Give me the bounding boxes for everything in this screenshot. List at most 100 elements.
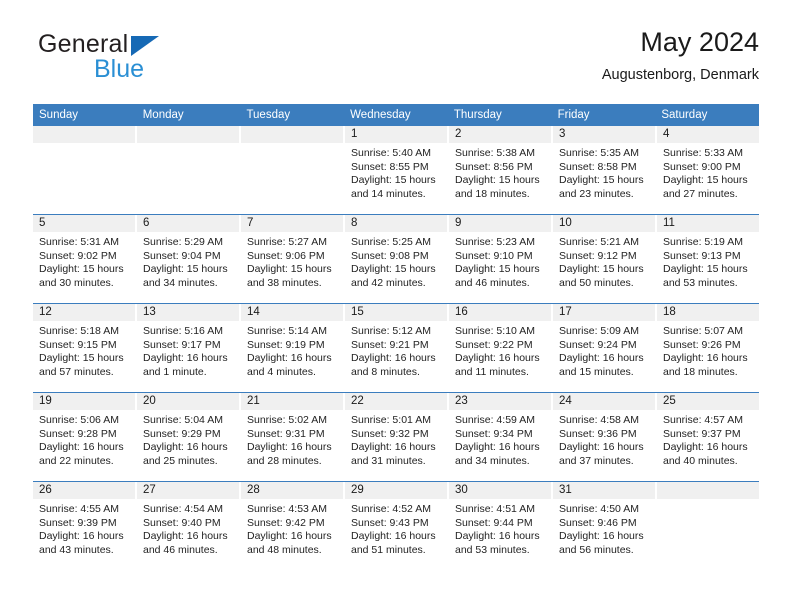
daylight-text: Daylight: 16 hours and 11 minutes.	[455, 352, 540, 378]
day-info: Sunrise: 5:19 AM Sunset: 9:13 PM Daylight:…	[657, 232, 759, 290]
sunset-text: Sunset: 9:42 PM	[247, 516, 325, 529]
sunset-text: Sunset: 9:08 PM	[351, 249, 429, 262]
sunset-text: Sunset: 9:36 PM	[559, 427, 637, 440]
day-cell[interactable]: 16 Sunrise: 5:10 AM Sunset: 9:22 PM Dayligh…	[449, 304, 553, 392]
day-number: 6	[137, 215, 239, 232]
sunset-text: Sunset: 9:40 PM	[143, 516, 221, 529]
day-cell[interactable]: 1 Sunrise: 5:40 AM Sunset: 8:55 PM Daylight…	[345, 126, 449, 214]
daylight-text: Daylight: 16 hours and 25 minutes.	[143, 441, 228, 467]
weekday-header-wednesday: Wednesday	[350, 109, 411, 121]
day-number: 18	[657, 304, 759, 321]
day-info: Sunrise: 4:58 AM Sunset: 9:36 PM Daylight:…	[553, 410, 655, 468]
day-cell[interactable]: 18 Sunrise: 5:07 AM Sunset: 9:26 PM Dayligh…	[657, 304, 759, 392]
day-cell[interactable]: 12 Sunrise: 5:18 AM Sunset: 9:15 PM Dayligh…	[33, 304, 137, 392]
day-number: 28	[241, 482, 343, 499]
day-number: 2	[449, 126, 551, 143]
sunset-text: Sunset: 9:44 PM	[455, 516, 533, 529]
daylight-text: Daylight: 16 hours and 1 minute.	[143, 352, 228, 378]
title-block: May 2024 Augustenborg, Denmark	[602, 27, 759, 82]
day-cell[interactable]: 13 Sunrise: 5:16 AM Sunset: 9:17 PM Dayligh…	[137, 304, 241, 392]
weekday-header-tuesday: Tuesday	[246, 109, 291, 121]
sunset-text: Sunset: 9:10 PM	[455, 249, 533, 262]
day-cell[interactable]: 14 Sunrise: 5:14 AM Sunset: 9:19 PM Dayligh…	[241, 304, 345, 392]
sunset-text: Sunset: 9:46 PM	[559, 516, 637, 529]
sunrise-text: Sunrise: 5:21 AM	[559, 236, 639, 248]
day-number: 15	[345, 304, 447, 321]
day-info: Sunrise: 5:29 AM Sunset: 9:04 PM Daylight:…	[137, 232, 239, 290]
day-info: Sunrise: 5:23 AM Sunset: 9:10 PM Daylight:…	[449, 232, 551, 290]
daylight-text: Daylight: 15 hours and 38 minutes.	[247, 263, 332, 289]
logo-text-general: General	[38, 30, 129, 58]
sunset-text: Sunset: 9:15 PM	[39, 338, 117, 351]
day-cell[interactable]: 8 Sunrise: 5:25 AM Sunset: 9:08 PM Daylight…	[345, 215, 449, 303]
day-cell[interactable]: 9 Sunrise: 5:23 AM Sunset: 9:10 PM Daylight…	[449, 215, 553, 303]
day-cell[interactable]: 4 Sunrise: 5:33 AM Sunset: 9:00 PM Daylight…	[657, 126, 759, 214]
day-cell[interactable]: 30 Sunrise: 4:51 AM Sunset: 9:44 PM Dayligh…	[449, 482, 553, 570]
day-number: 19	[33, 393, 135, 410]
day-info: Sunrise: 5:21 AM Sunset: 9:12 PM Daylight:…	[553, 232, 655, 290]
sunrise-text: Sunrise: 5:01 AM	[351, 414, 431, 426]
day-cell[interactable]: 2 Sunrise: 5:38 AM Sunset: 8:56 PM Daylight…	[449, 126, 553, 214]
daylight-text: Daylight: 15 hours and 14 minutes.	[351, 174, 436, 200]
day-cell[interactable]: 15 Sunrise: 5:12 AM Sunset: 9:21 PM Dayligh…	[345, 304, 449, 392]
daylight-text: Daylight: 16 hours and 48 minutes.	[247, 530, 332, 556]
day-number: 5	[33, 215, 135, 232]
day-cell[interactable]: 26 Sunrise: 4:55 AM Sunset: 9:39 PM Dayligh…	[33, 482, 137, 570]
day-cell[interactable]: 22 Sunrise: 5:01 AM Sunset: 9:32 PM Dayligh…	[345, 393, 449, 481]
sunset-text: Sunset: 9:31 PM	[247, 427, 325, 440]
day-cell[interactable]: 17 Sunrise: 5:09 AM Sunset: 9:24 PM Dayligh…	[553, 304, 657, 392]
day-cell[interactable]: 5 Sunrise: 5:31 AM Sunset: 9:02 PM Daylight…	[33, 215, 137, 303]
day-number: 25	[657, 393, 759, 410]
sunrise-text: Sunrise: 4:52 AM	[351, 503, 431, 515]
sunrise-text: Sunrise: 5:04 AM	[143, 414, 223, 426]
general-blue-logo: General Blue	[33, 32, 243, 90]
day-cell[interactable]: 19 Sunrise: 5:06 AM Sunset: 9:28 PM Dayligh…	[33, 393, 137, 481]
page-title: May 2024	[640, 27, 759, 57]
day-info: Sunrise: 5:06 AM Sunset: 9:28 PM Daylight:…	[33, 410, 135, 468]
day-number: 3	[553, 126, 655, 143]
sunrise-text: Sunrise: 5:02 AM	[247, 414, 327, 426]
logo-text-blue: Blue	[94, 55, 145, 83]
day-cell[interactable]: 21 Sunrise: 5:02 AM Sunset: 9:31 PM Dayligh…	[241, 393, 345, 481]
day-cell[interactable]: 3 Sunrise: 5:35 AM Sunset: 8:58 PM Daylight…	[553, 126, 657, 214]
day-info: Sunrise: 5:04 AM Sunset: 9:29 PM Daylight:…	[137, 410, 239, 468]
day-cell[interactable]: 29 Sunrise: 4:52 AM Sunset: 9:43 PM Dayligh…	[345, 482, 449, 570]
day-cell[interactable]: 11 Sunrise: 5:19 AM Sunset: 9:13 PM Dayligh…	[657, 215, 759, 303]
sunset-text: Sunset: 9:28 PM	[39, 427, 117, 440]
day-cell[interactable]: 20 Sunrise: 5:04 AM Sunset: 9:29 PM Dayligh…	[137, 393, 241, 481]
daylight-text: Daylight: 16 hours and 28 minutes.	[247, 441, 332, 467]
day-info: Sunrise: 5:01 AM Sunset: 9:32 PM Daylight:…	[345, 410, 447, 468]
day-cell-empty	[137, 126, 241, 214]
sunset-text: Sunset: 9:19 PM	[247, 338, 325, 351]
day-cell[interactable]: 10 Sunrise: 5:21 AM Sunset: 9:12 PM Dayligh…	[553, 215, 657, 303]
day-cell[interactable]: 6 Sunrise: 5:29 AM Sunset: 9:04 PM Daylight…	[137, 215, 241, 303]
sunrise-text: Sunrise: 4:53 AM	[247, 503, 327, 515]
sunset-text: Sunset: 9:04 PM	[143, 249, 221, 262]
daylight-text: Daylight: 16 hours and 43 minutes.	[39, 530, 124, 556]
day-cell[interactable]: 27 Sunrise: 4:54 AM Sunset: 9:40 PM Dayligh…	[137, 482, 241, 570]
day-number: 14	[241, 304, 343, 321]
day-info: Sunrise: 5:35 AM Sunset: 8:58 PM Daylight:…	[553, 143, 655, 201]
day-cell[interactable]: 7 Sunrise: 5:27 AM Sunset: 9:06 PM Daylight…	[241, 215, 345, 303]
day-number: 26	[33, 482, 135, 499]
daylight-text: Daylight: 15 hours and 30 minutes.	[39, 263, 124, 289]
day-cell[interactable]: 24 Sunrise: 4:58 AM Sunset: 9:36 PM Dayligh…	[553, 393, 657, 481]
sunrise-text: Sunrise: 4:50 AM	[559, 503, 639, 515]
day-number	[241, 126, 343, 143]
day-info: Sunrise: 5:12 AM Sunset: 9:21 PM Daylight:…	[345, 321, 447, 379]
day-cell[interactable]: 28 Sunrise: 4:53 AM Sunset: 9:42 PM Dayligh…	[241, 482, 345, 570]
day-cell[interactable]: 25 Sunrise: 4:57 AM Sunset: 9:37 PM Dayligh…	[657, 393, 759, 481]
day-info: Sunrise: 4:54 AM Sunset: 9:40 PM Daylight:…	[137, 499, 239, 557]
day-cell[interactable]: 23 Sunrise: 4:59 AM Sunset: 9:34 PM Dayligh…	[449, 393, 553, 481]
calendar-week-row: 1 Sunrise: 5:40 AM Sunset: 8:55 PM Daylight…	[33, 126, 759, 214]
day-info: Sunrise: 5:07 AM Sunset: 9:26 PM Daylight:…	[657, 321, 759, 379]
daylight-text: Daylight: 16 hours and 8 minutes.	[351, 352, 436, 378]
sunrise-text: Sunrise: 4:57 AM	[663, 414, 743, 426]
sunrise-text: Sunrise: 5:07 AM	[663, 325, 743, 337]
day-cell-empty	[657, 482, 759, 570]
day-info: Sunrise: 5:02 AM Sunset: 9:31 PM Daylight:…	[241, 410, 343, 468]
sunrise-text: Sunrise: 4:51 AM	[455, 503, 535, 515]
day-number: 9	[449, 215, 551, 232]
day-cell[interactable]: 31 Sunrise: 4:50 AM Sunset: 9:46 PM Dayligh…	[553, 482, 657, 570]
day-info: Sunrise: 4:57 AM Sunset: 9:37 PM Daylight:…	[657, 410, 759, 468]
